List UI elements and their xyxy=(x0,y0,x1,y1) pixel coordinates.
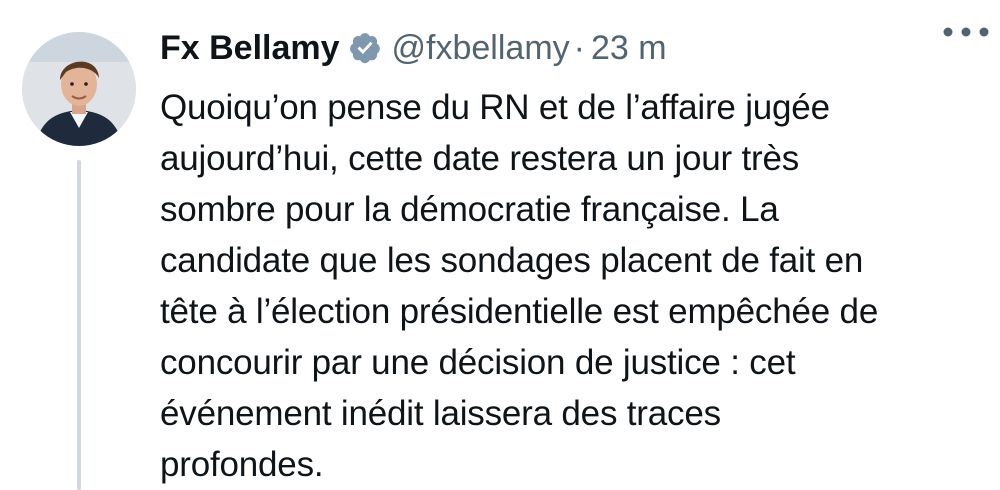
avatar-column xyxy=(22,32,138,490)
tweet-content: Fx Bellamy @fxbellamy · 23 m Quoiqu’on p… xyxy=(160,22,980,490)
tweet-text-line: candidate que les sondages placent de fa… xyxy=(160,241,864,280)
more-options-icon[interactable] xyxy=(940,22,992,42)
avatar[interactable] xyxy=(22,32,136,146)
tweet-text-line: sombre pour la démocratie française. La xyxy=(160,190,779,229)
tweet-header: Fx Bellamy @fxbellamy · 23 m xyxy=(160,22,980,74)
author-name[interactable]: Fx Bellamy xyxy=(160,29,340,68)
tweet-text-line: tête à l’élection présidentielle est emp… xyxy=(160,292,879,331)
thread-line xyxy=(77,160,81,490)
tweet-text: Quoiqu’on pense du RN et de l’affaire ju… xyxy=(160,82,980,490)
tweet-text-line: aujourd’hui, cette date restera un jour … xyxy=(160,139,800,178)
separator-dot: · xyxy=(573,28,585,67)
tweet-text-line: profondes. xyxy=(160,445,324,484)
tweet-text-line: Quoiqu’on pense du RN et de l’affaire ju… xyxy=(160,88,830,127)
tweet-text-line: événement inédit laissera des traces xyxy=(160,394,721,433)
tweet-timestamp[interactable]: 23 m xyxy=(591,29,667,68)
tweet[interactable]: Fx Bellamy @fxbellamy · 23 m Quoiqu’on p… xyxy=(0,0,1000,490)
author-handle[interactable]: @fxbellamy xyxy=(392,29,570,68)
avatar-photo xyxy=(22,32,136,146)
tweet-text-line: concourir par une décision de justice : … xyxy=(160,343,796,382)
verified-badge-icon xyxy=(348,31,382,65)
